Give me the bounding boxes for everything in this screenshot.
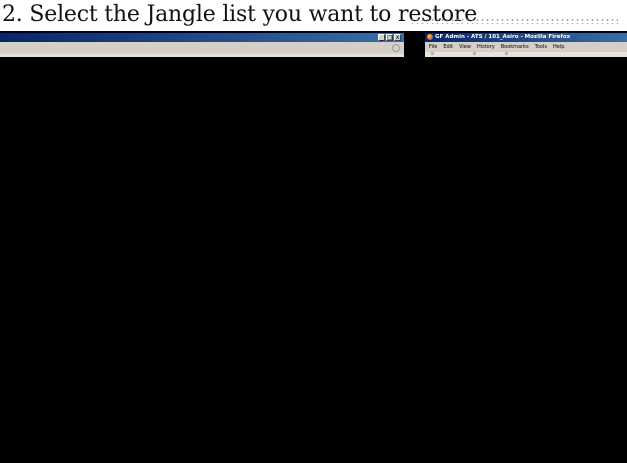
forward-icon[interactable]: [473, 52, 476, 55]
slide-page: 2. Select the Jangle list you want to re…: [0, 0, 627, 463]
menu-tools[interactable]: Tools: [535, 42, 547, 52]
menu-help[interactable]: Help: [553, 42, 564, 52]
menu-edit[interactable]: Edit: [443, 42, 453, 52]
firefox-icon: [427, 34, 433, 40]
menu-file[interactable]: File: [429, 42, 437, 52]
slide-title: 2. Select the Jangle list you want to re…: [2, 2, 478, 27]
home-icon[interactable]: [505, 52, 508, 55]
menu-bookmarks[interactable]: Bookmarks: [501, 42, 529, 52]
left-window-toolbar: [0, 42, 404, 54]
close-button[interactable]: x: [394, 34, 401, 41]
firefox-window: GF Admin - ATS / 101_Asiro - Mozilla Fir…: [425, 33, 627, 463]
throbber-icon: [392, 44, 400, 52]
left-window-navbar: [0, 54, 404, 57]
left-window-titlebar[interactable]: _ □ x: [0, 33, 404, 42]
minimize-button[interactable]: _: [378, 34, 385, 41]
firefox-window-title: GF Admin - ATS / 101_Asiro - Mozilla Fir…: [435, 34, 571, 40]
firefox-menubar: File Edit View History Bookmarks Tools H…: [425, 42, 627, 52]
title-decoration: [410, 18, 620, 24]
menu-history[interactable]: History: [477, 42, 495, 52]
firefox-titlebar[interactable]: GF Admin - ATS / 101_Asiro - Mozilla Fir…: [425, 33, 627, 42]
left-app-window: _ □ x: [0, 33, 404, 463]
slide-title-band: 2. Select the Jangle list you want to re…: [0, 0, 627, 31]
menu-view[interactable]: View: [459, 42, 471, 52]
back-icon[interactable]: [431, 52, 434, 55]
firefox-navbar: [425, 52, 627, 57]
left-caption-buttons: _ □ x: [378, 34, 401, 41]
maximize-button[interactable]: □: [386, 34, 393, 41]
